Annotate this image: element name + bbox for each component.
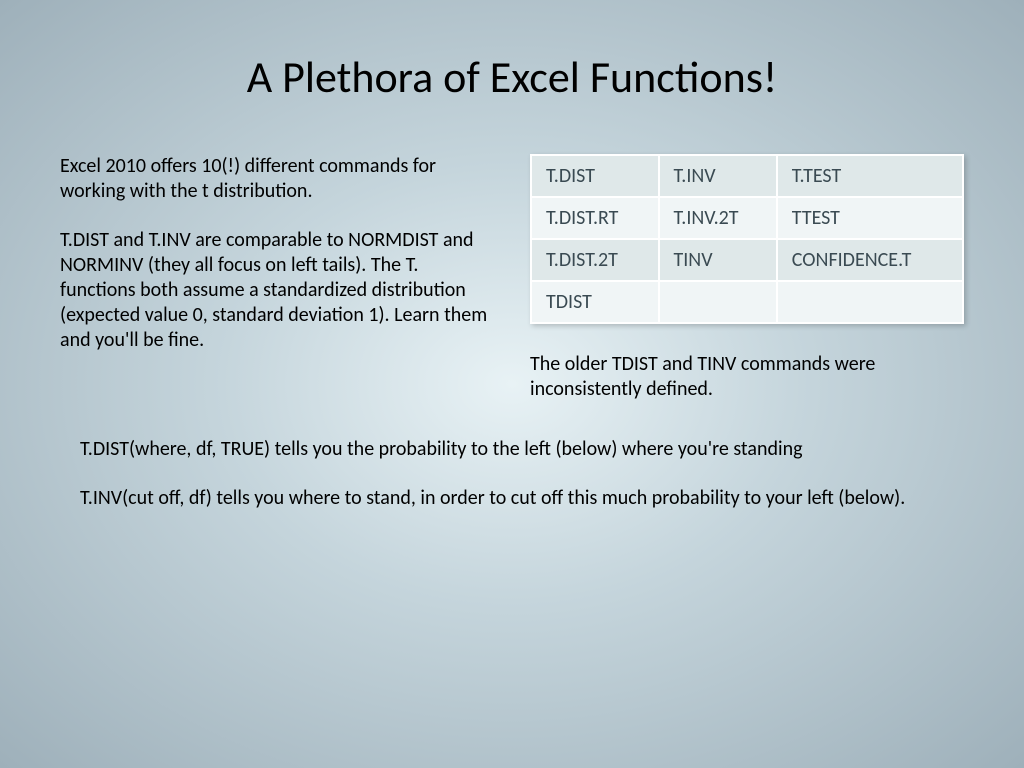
explanation-paragraph: T.DIST and T.INV are comparable to NORMD…: [60, 228, 490, 353]
intro-paragraph: Excel 2010 offers 10(!) different comman…: [60, 154, 490, 204]
table-cell: TDIST: [531, 281, 659, 323]
table-row: TDIST: [531, 281, 963, 323]
table-cell: TINV: [659, 239, 777, 281]
slide-title: A Plethora of Excel Functions!: [60, 50, 964, 104]
tinv-explanation: T.INV(cut off, df) tells you where to st…: [80, 486, 944, 511]
functions-table: T.DIST T.INV T.TEST T.DIST.RT T.INV.2T T…: [530, 154, 964, 324]
table-row: T.DIST.RT T.INV.2T TTEST: [531, 197, 963, 239]
table-cell: TTEST: [777, 197, 963, 239]
table-row: T.DIST T.INV T.TEST: [531, 155, 963, 197]
left-column: Excel 2010 offers 10(!) different comman…: [60, 154, 490, 402]
table-row: T.DIST.2T TINV CONFIDENCE.T: [531, 239, 963, 281]
table-cell: [659, 281, 777, 323]
table-cell: CONFIDENCE.T: [777, 239, 963, 281]
table-cell: T.DIST.2T: [531, 239, 659, 281]
tdist-explanation: T.DIST(where, df, TRUE) tells you the pr…: [80, 437, 944, 462]
content-row: Excel 2010 offers 10(!) different comman…: [60, 154, 964, 402]
table-caption: The older TDIST and TINV commands were i…: [530, 352, 964, 402]
table-cell: T.DIST.RT: [531, 197, 659, 239]
table-cell: T.INV.2T: [659, 197, 777, 239]
table-cell: T.DIST: [531, 155, 659, 197]
table-cell: T.INV: [659, 155, 777, 197]
table-cell: [777, 281, 963, 323]
bottom-section: T.DIST(where, df, TRUE) tells you the pr…: [60, 437, 964, 511]
right-column: T.DIST T.INV T.TEST T.DIST.RT T.INV.2T T…: [530, 154, 964, 402]
slide: A Plethora of Excel Functions! Excel 201…: [0, 0, 1024, 768]
table-cell: T.TEST: [777, 155, 963, 197]
